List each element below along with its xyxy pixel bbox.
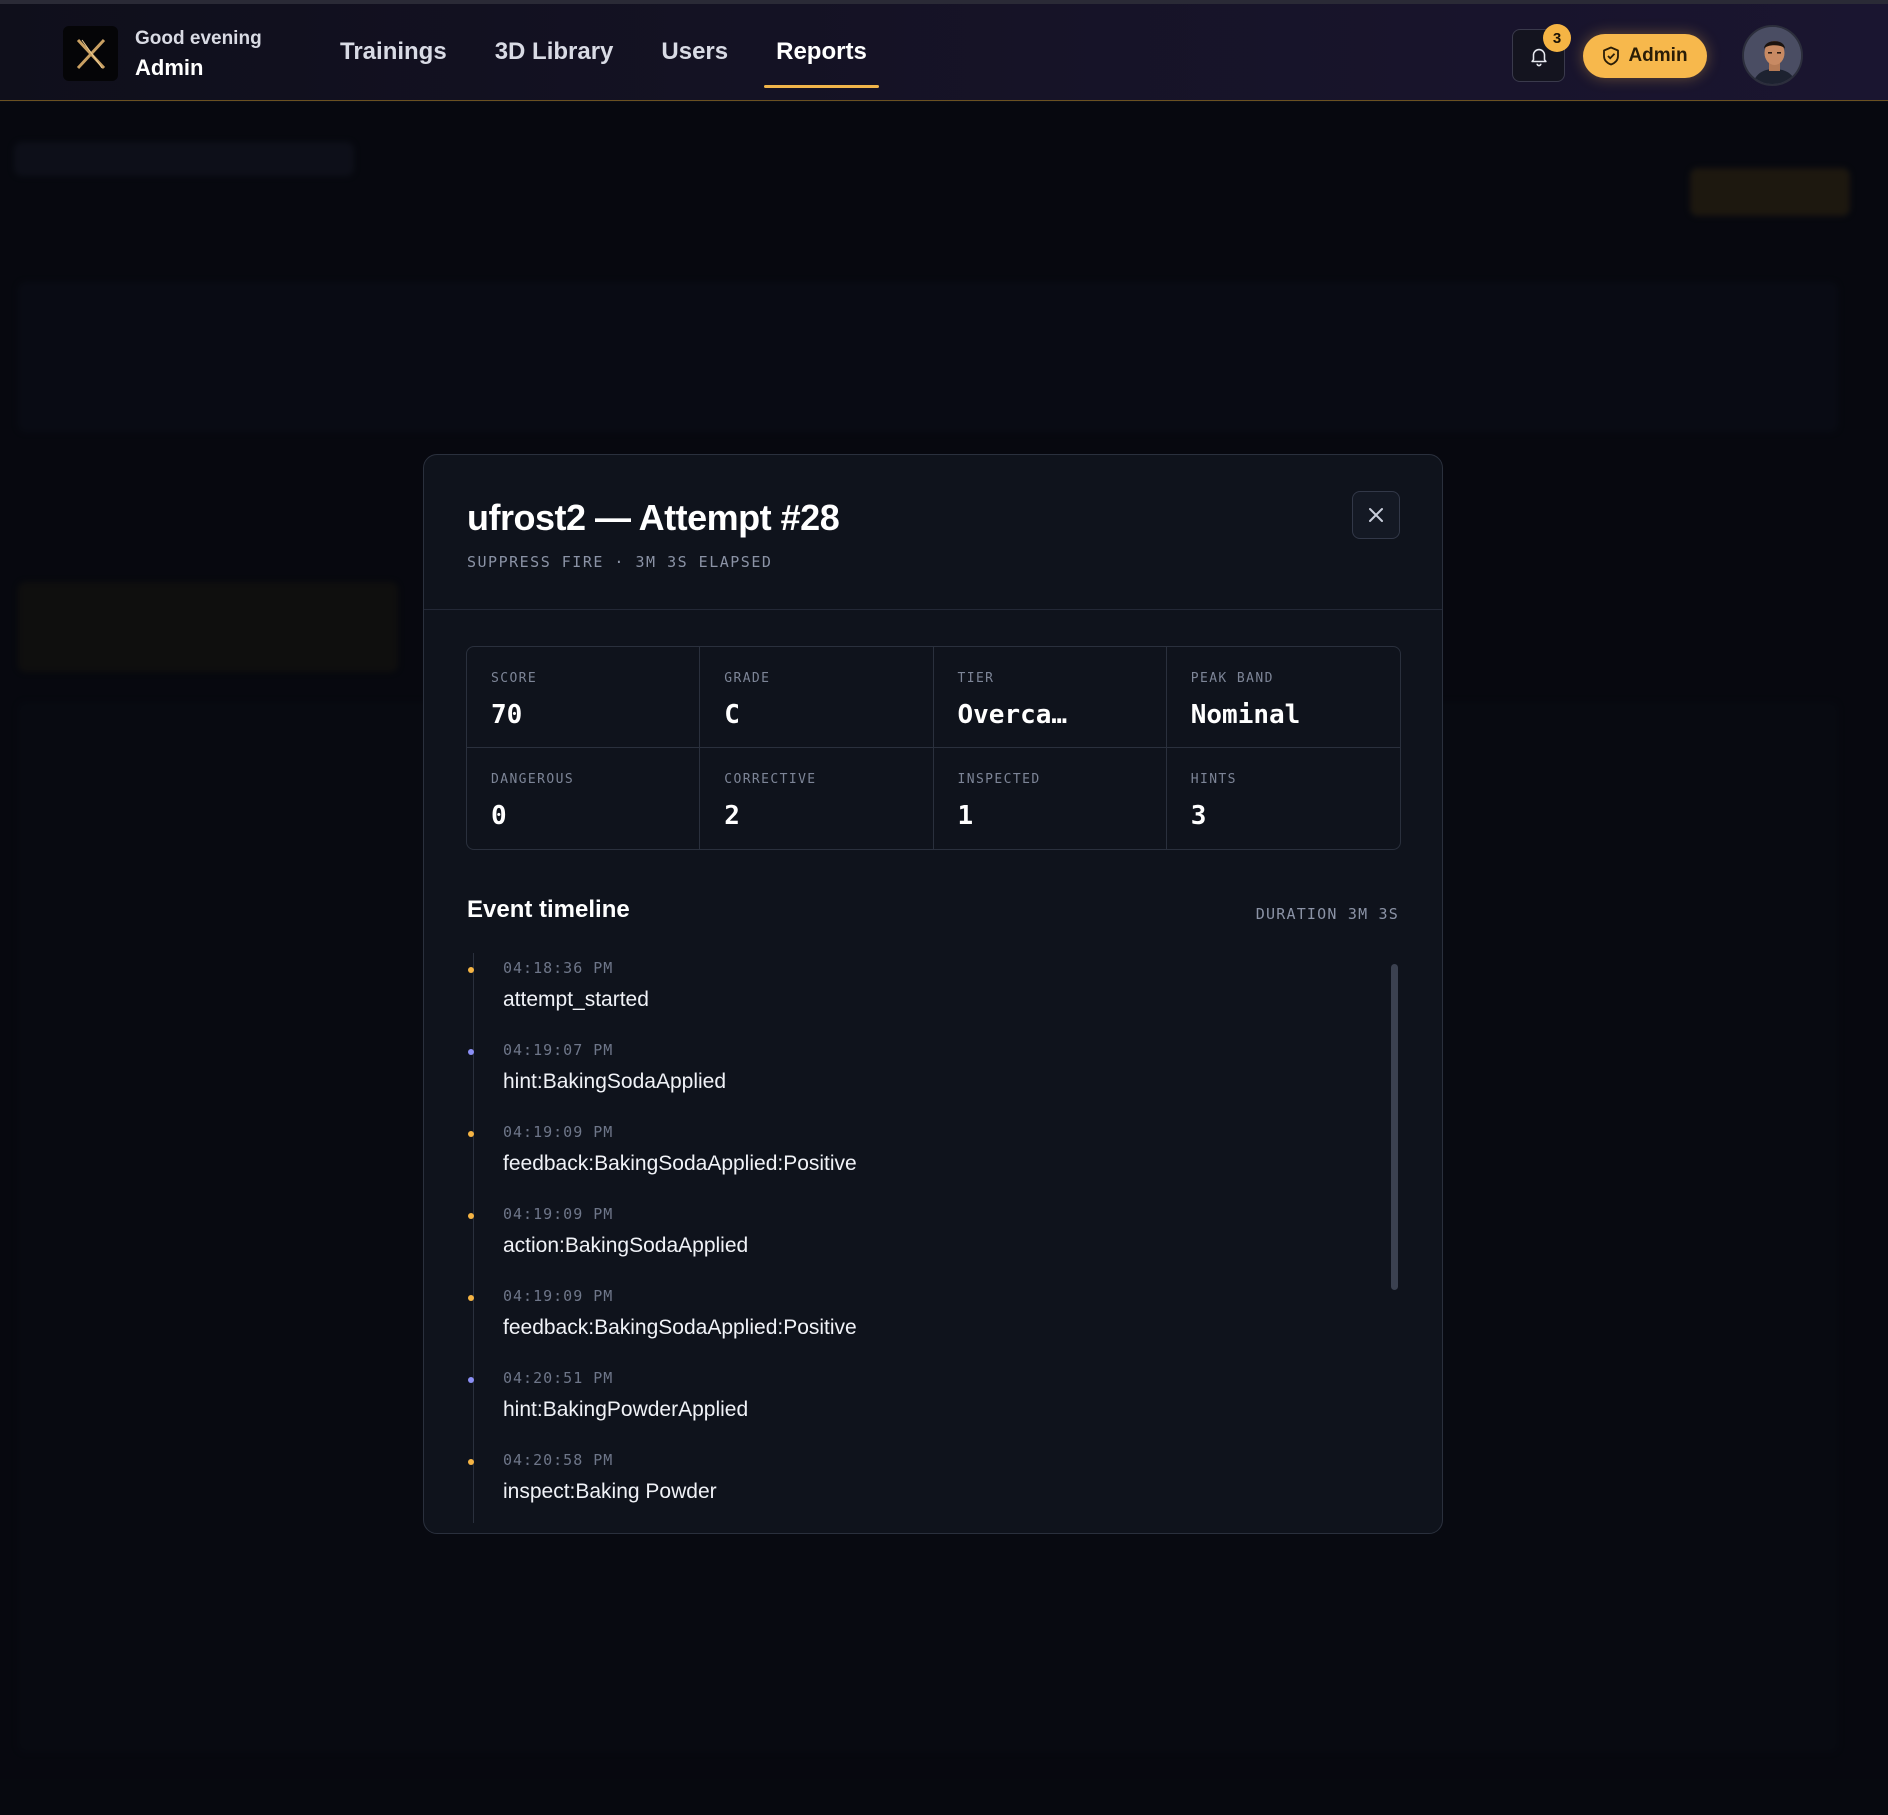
event-time: 04:19:09 PM (503, 1123, 614, 1141)
user-avatar[interactable] (1742, 25, 1803, 86)
event-time: 04:18:36 PM (503, 959, 614, 977)
app-logo[interactable] (63, 26, 118, 81)
stat-value: C (724, 700, 740, 730)
timeline-event: 04:20:58 PM inspect:Baking Powder (467, 1445, 1367, 1523)
close-icon (1369, 508, 1383, 522)
event-time: 04:20:51 PM (503, 1369, 614, 1387)
nav-reports[interactable]: Reports (752, 38, 891, 88)
timeline-dot-icon (468, 1213, 474, 1219)
stat-grade: GRADE C (700, 647, 934, 748)
stat-value: 70 (491, 700, 523, 730)
stat-hints: HINTS 3 (1167, 748, 1400, 849)
modal-header: ufrost2 — Attempt #28 SUPPRESS FIRE · 3M… (424, 455, 1442, 610)
greeting-text: Good evening (135, 28, 262, 49)
event-time: 04:20:58 PM (503, 1451, 614, 1469)
event-name: inspect:Baking Powder (503, 1480, 717, 1503)
greeting-block: Good evening Admin (135, 28, 262, 81)
stat-label: CORRECTIVE (724, 772, 817, 787)
nav-3d-library[interactable]: 3D Library (471, 38, 638, 88)
stat-label: GRADE (724, 671, 771, 686)
stat-value: 3 (1190, 801, 1207, 831)
timeline-dot-icon (468, 1049, 474, 1055)
timeline-event: 04:20:51 PM hint:BakingPowderApplied (467, 1363, 1367, 1445)
timeline-event: 04:19:07 PM hint:BakingSodaApplied (467, 1035, 1367, 1117)
modal-title: ufrost2 — Attempt #28 (467, 497, 840, 538)
timeline-event: 04:19:09 PM feedback:BakingSodaApplied:Po… (467, 1117, 1367, 1199)
shield-icon (1603, 46, 1620, 66)
top-navigation-bar: Good evening Admin Trainings 3D Library … (0, 0, 1888, 101)
stat-label: PEAK BAND (1190, 671, 1274, 686)
stat-dangerous: DANGEROUS 0 (467, 748, 701, 849)
stat-value: 0 (491, 801, 507, 831)
stat-value: Nominal (1190, 700, 1301, 730)
avatar-portrait (1744, 27, 1801, 84)
stat-inspected: INSPECTED 1 (934, 748, 1167, 849)
stat-peak-band: PEAK BAND Nominal (1166, 647, 1400, 748)
event-name: feedback:BakingSodaApplied:Positive (503, 1316, 857, 1339)
stat-value: Overca… (957, 700, 1068, 730)
event-name: feedback:BakingSodaApplied:Positive (503, 1152, 857, 1175)
stat-label: TIER (957, 671, 995, 686)
attempt-detail-modal: ufrost2 — Attempt #28 SUPPRESS FIRE · 3M… (423, 454, 1443, 1534)
modal-subtitle: SUPPRESS FIRE · 3M 3S ELAPSED (467, 553, 773, 571)
notification-count-badge: 3 (1543, 24, 1571, 52)
stat-value: 1 (957, 801, 974, 831)
timeline-duration: DURATION 3M 3S (1255, 905, 1399, 923)
stat-label: INSPECTED (957, 772, 1041, 787)
timeline-dot-icon (468, 1131, 474, 1137)
stat-label: DANGEROUS (491, 772, 575, 787)
stat-tier: TIER Overca… (933, 647, 1167, 748)
main-nav: Trainings 3D Library Users Reports (316, 38, 891, 88)
admin-role-label: Admin (1628, 45, 1688, 66)
event-name: action:BakingSodaApplied (503, 1234, 749, 1257)
event-name: hint:BakingSodaApplied (503, 1070, 727, 1093)
stat-score: SCORE 70 (467, 647, 701, 748)
logo-x-icon (76, 38, 105, 69)
timeline-dot-icon (468, 1459, 474, 1465)
close-button[interactable] (1352, 491, 1400, 539)
stat-label: HINTS (1190, 772, 1237, 787)
nav-trainings[interactable]: Trainings (316, 38, 471, 88)
event-time: 04:19:07 PM (503, 1041, 614, 1059)
stat-corrective: CORRECTIVE 2 (700, 748, 934, 849)
event-time: 04:19:09 PM (503, 1287, 614, 1305)
event-timeline[interactable]: 04:18:36 PM attempt_started 04:19:07 PM hin… (467, 953, 1367, 1523)
stat-label: SCORE (491, 671, 538, 686)
event-name: hint:BakingPowderApplied (503, 1398, 749, 1421)
admin-role-button[interactable]: Admin (1583, 34, 1707, 78)
stat-value: 2 (724, 801, 740, 831)
timeline-dot-icon (468, 1377, 474, 1383)
nav-users[interactable]: Users (637, 38, 752, 88)
timeline-dot-icon (468, 967, 474, 973)
stats-grid: SCORE 70 GRADE C TIER Overca… PEAK BAND … (466, 646, 1401, 850)
timeline-title: Event timeline (467, 896, 630, 923)
timeline-event: 04:19:09 PM feedback:BakingSodaApplied:Po… (467, 1281, 1367, 1363)
timeline-event: 04:19:09 PM action:BakingSodaApplied (467, 1199, 1367, 1281)
user-name: Admin (135, 55, 204, 80)
timeline-event: 04:18:36 PM attempt_started (467, 953, 1367, 1035)
event-name: attempt_started (503, 988, 649, 1011)
timeline-dot-icon (468, 1295, 474, 1301)
event-time: 04:19:09 PM (503, 1205, 614, 1223)
timeline-scrollbar[interactable] (1391, 964, 1398, 1290)
